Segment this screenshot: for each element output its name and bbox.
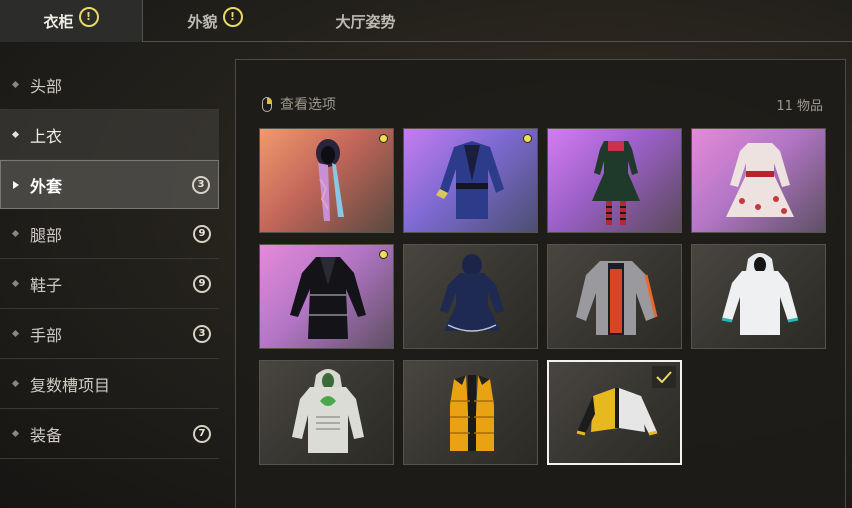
sidebar-item-label: 外套 [30,176,63,196]
category-sidebar: 头部 上衣 外套 3 腿部 9 鞋子 9 手部 3 复数槽项目 装备 7 [0,60,219,459]
dark-dress-icon [592,141,640,225]
count-badge: 3 [192,175,210,194]
count-badge: 7 [193,424,211,443]
sidebar-item-head[interactable]: 头部 [0,60,219,110]
sidebar-item-label: 装备 [30,425,63,445]
sidebar-item-label: 手部 [30,325,63,345]
grey-red-jacket-icon [576,261,658,335]
sidebar-item-label: 上衣 [30,126,63,146]
view-options[interactable]: 查看选项 [262,94,336,114]
yellow-puffer-vest-icon [450,375,494,451]
tab-lobby-pose[interactable]: 大厅姿势 [318,0,413,42]
tab-appearance-label: 外貌 [187,12,218,31]
sidebar-item-outerwear[interactable]: 外套 3 [0,160,219,209]
equipped-check-icon [652,366,676,388]
item-count: 11 物品 [776,99,823,114]
sidebar-item-legs[interactable]: 腿部 9 [0,209,219,259]
tab-divider [142,41,852,42]
bullet-icon [11,429,20,438]
bullet-icon [11,329,20,338]
navy-hooded-dress-icon [440,254,504,332]
item-card-equipped[interactable] [547,360,682,465]
bullet-icon [11,379,20,388]
item-card[interactable] [403,128,538,233]
arrow-right-icon [13,180,19,189]
sidebar-item-label: 鞋子 [30,275,63,295]
tab-wardrobe[interactable]: 衣柜 ! [0,0,143,42]
bullet-icon [11,279,20,288]
new-indicator-icon [379,250,388,259]
tab-appearance[interactable]: 外貌 ! [170,0,260,42]
item-card[interactable] [547,128,682,233]
sidebar-item-gear[interactable]: 装备 7 [0,409,219,459]
item-card[interactable] [547,244,682,349]
mouse-icon [262,96,272,112]
count-badge: 9 [193,224,211,243]
view-options-label: 查看选项 [280,97,336,113]
item-card[interactable] [403,360,538,465]
bullet-icon [11,229,20,238]
green-print-hoodie-icon [292,369,364,453]
count-badge: 3 [193,324,211,343]
item-card[interactable] [691,244,826,349]
tab-wardrobe-label: 衣柜 [43,12,74,31]
item-card[interactable] [259,128,394,233]
white-dress-icon [726,143,794,217]
item-card[interactable] [259,360,394,465]
alert-icon: ! [222,7,243,27]
hooded-scarf-icon [316,139,344,221]
white-hoodie-icon [721,253,799,335]
item-card[interactable] [403,244,538,349]
tab-lobby-pose-label: 大厅姿势 [335,12,396,31]
new-indicator-icon [523,134,532,143]
sidebar-item-top[interactable]: 上衣 [0,110,219,160]
item-card[interactable] [259,244,394,349]
blue-jacket-icon [436,141,504,219]
bullet-icon [11,130,20,139]
sidebar-item-multi-slot[interactable]: 复数槽项目 [0,359,219,409]
top-tab-bar: 衣柜 ! 外貌 ! 大厅姿势 [0,0,852,42]
sidebar-item-hands[interactable]: 手部 3 [0,309,219,359]
black-leather-coat-icon [290,257,366,339]
items-panel: 查看选项 11 物品 [235,59,846,508]
count-badge: 9 [193,274,211,293]
alert-icon: ! [78,7,99,27]
sidebar-item-label: 腿部 [30,225,63,245]
item-card[interactable] [691,128,826,233]
bullet-icon [11,80,20,89]
sidebar-item-shoes[interactable]: 鞋子 9 [0,259,219,309]
sidebar-item-label: 复数槽项目 [30,375,111,395]
new-indicator-icon [379,134,388,143]
sidebar-item-label: 头部 [30,76,63,96]
